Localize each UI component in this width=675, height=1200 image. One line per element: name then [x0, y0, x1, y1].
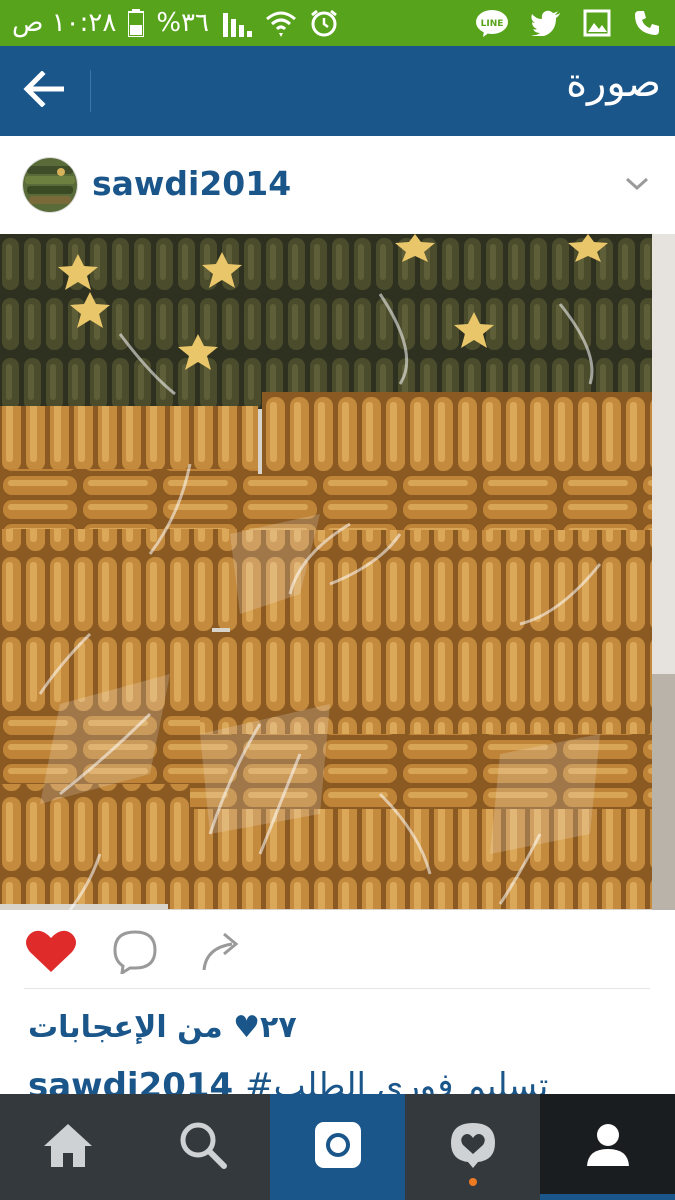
battery-icon [128, 9, 145, 37]
status-left: ١٠:٢٨ ص %٣٦ [12, 6, 339, 40]
bottom-nav [0, 1094, 675, 1200]
twitter-icon [531, 10, 561, 36]
status-time: ١٠:٢٨ ص [12, 8, 117, 38]
post-header: sawdi2014 [0, 136, 675, 234]
back-button[interactable] [16, 64, 72, 118]
nav-activity[interactable] [405, 1094, 540, 1200]
comment-button[interactable] [110, 928, 164, 976]
page-title: صورة [566, 60, 661, 106]
nav-search[interactable] [135, 1094, 270, 1200]
app-bar-divider [90, 70, 91, 112]
svg-text:LINE: LINE [481, 19, 504, 29]
post-actions [0, 910, 675, 990]
search-icon [178, 1120, 228, 1174]
share-arrow-icon [198, 932, 248, 978]
post-username[interactable]: sawdi2014 [92, 164, 291, 203]
post-photo[interactable] [0, 234, 675, 910]
status-bar: ١٠:٢٨ ص %٣٦ LINE [0, 0, 675, 46]
alarm-icon [309, 8, 339, 38]
likes-count[interactable]: ٢٧♥ من الإعجابات [28, 1010, 297, 1045]
nav-profile[interactable] [540, 1094, 675, 1200]
share-button[interactable] [198, 928, 252, 976]
signal-icon [221, 9, 253, 37]
arrow-left-icon [22, 70, 66, 111]
wifi-icon [265, 9, 297, 37]
nav-home[interactable] [0, 1094, 135, 1200]
home-icon [41, 1121, 95, 1173]
app-bar: صورة [0, 46, 675, 136]
nav-camera[interactable] [270, 1094, 405, 1200]
chevron-down-icon[interactable] [622, 172, 652, 196]
status-right: LINE [475, 6, 661, 40]
notification-dot [469, 1178, 477, 1186]
status-battery: %٣٦ [156, 8, 209, 38]
comment-bubble-icon [110, 930, 160, 978]
profile-icon [585, 1122, 631, 1172]
camera-icon [313, 1120, 363, 1174]
heart-icon [24, 930, 78, 978]
actions-divider [24, 988, 650, 989]
like-button[interactable] [24, 928, 78, 976]
avatar[interactable] [22, 157, 78, 213]
phone-icon [633, 9, 661, 37]
line-icon: LINE [475, 9, 509, 37]
gallery-icon [583, 9, 611, 37]
activity-icon [448, 1120, 498, 1174]
